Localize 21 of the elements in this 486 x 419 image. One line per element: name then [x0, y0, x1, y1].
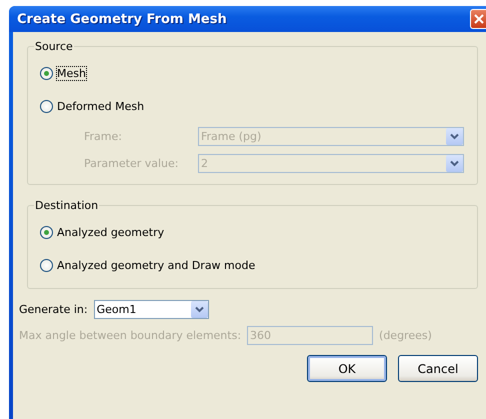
field-label: Generate in: — [19, 302, 88, 316]
radio-button[interactable] — [40, 67, 53, 80]
radio-button[interactable] — [40, 259, 53, 272]
radio-button[interactable] — [40, 100, 53, 113]
close-icon — [474, 14, 484, 24]
radio-label[interactable]: Deformed Mesh — [57, 100, 144, 113]
close-button[interactable] — [470, 9, 486, 29]
unit-label: (degrees) — [379, 328, 432, 342]
radio-button[interactable] — [40, 226, 53, 239]
field-label: Parameter value: — [84, 157, 180, 170]
group-label: Destination — [34, 199, 100, 212]
dropdown[interactable]: Geom1 — [94, 300, 209, 318]
group-label: Source — [34, 40, 74, 53]
field-label: Max angle between boundary elements: — [19, 328, 242, 342]
dialog-button[interactable]: Cancel — [398, 355, 478, 382]
radio-label[interactable]: Analyzed geometry and Draw mode — [57, 259, 256, 272]
radio-label[interactable]: Analyzed geometry — [57, 226, 164, 239]
field-label: Frame: — [84, 130, 123, 143]
window-title: Create Geometry From Mesh — [17, 12, 227, 26]
radio-label[interactable]: Mesh — [57, 67, 86, 80]
dialog-button[interactable]: OK — [307, 355, 387, 382]
